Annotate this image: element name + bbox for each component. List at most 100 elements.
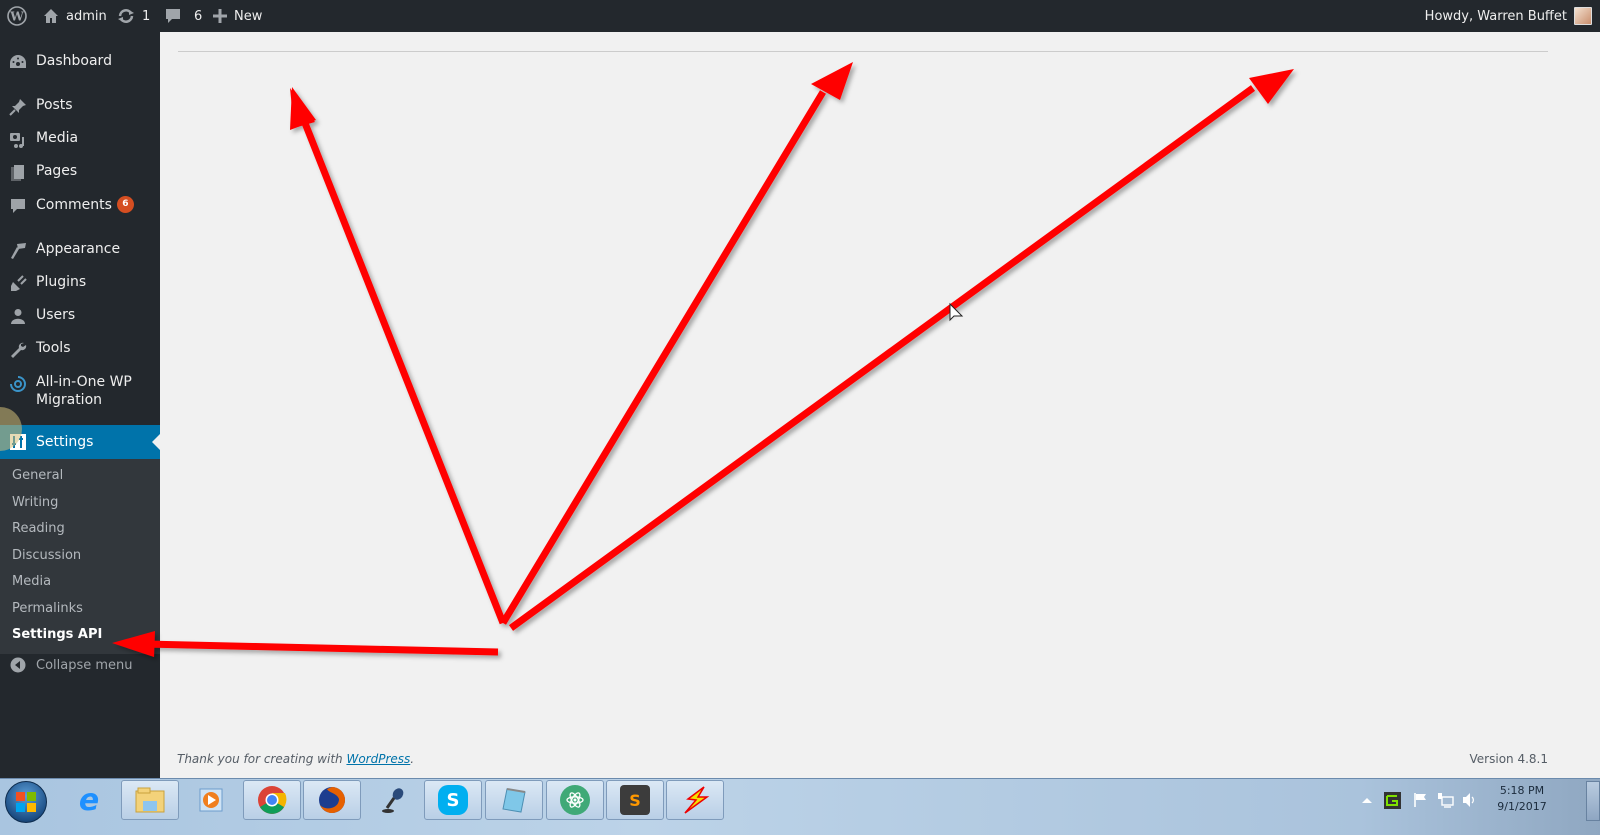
footer-thanks: Thank you for creating with WordPress. xyxy=(177,752,415,766)
flag-icon xyxy=(1414,793,1426,807)
migration-icon xyxy=(0,373,36,393)
comment-icon xyxy=(165,8,181,24)
taskbar-lightning-app[interactable] xyxy=(666,780,724,820)
system-clock[interactable]: 5:18 PM 9/1/2017 xyxy=(1492,783,1552,815)
taskbar-internet-explorer[interactable]: e xyxy=(60,780,118,820)
sidebar-item-all-in-one-wp-migration[interactable]: All-in-One WP Migration xyxy=(0,373,160,409)
taskbar-atom[interactable] xyxy=(546,780,604,820)
sidebar-item-label: All-in-One WP Migration xyxy=(36,374,132,408)
lightning-icon xyxy=(684,786,710,814)
tray-app-icon[interactable] xyxy=(1384,779,1401,821)
network-icon xyxy=(1438,793,1454,808)
sidebar-item-dashboard[interactable]: Dashboard xyxy=(0,52,160,70)
wordpress-logo-button[interactable]: W xyxy=(7,0,27,32)
network-button[interactable] xyxy=(1437,779,1454,821)
submenu-settings-api[interactable]: Settings API xyxy=(12,627,102,642)
sidebar-item-label: Comments xyxy=(36,197,112,213)
comment-icon xyxy=(0,196,36,214)
show-desktop-button[interactable] xyxy=(1586,781,1600,821)
pages-icon xyxy=(0,162,36,182)
taskbar-skype[interactable]: S xyxy=(424,780,482,820)
new-label: New xyxy=(234,8,263,24)
footer-version: Version 4.8.1 xyxy=(1469,752,1548,766)
collapse-menu-label: Collapse menu xyxy=(36,657,133,673)
taskbar-notepad[interactable] xyxy=(485,780,543,820)
submenu-media[interactable]: Media xyxy=(12,574,51,589)
page-divider xyxy=(178,51,1548,52)
submenu-general[interactable]: General xyxy=(12,468,63,483)
sidebar-item-media[interactable]: Media xyxy=(0,129,160,149)
submenu-reading[interactable]: Reading xyxy=(12,521,65,536)
comments-count: 6 xyxy=(194,8,203,24)
taskbar-microphone-app[interactable] xyxy=(364,780,422,820)
svg-text:W: W xyxy=(9,10,24,24)
action-center-button[interactable] xyxy=(1413,779,1429,821)
taskbar-sublime-text[interactable]: S xyxy=(606,780,664,820)
updates-icon xyxy=(117,8,135,24)
avatar xyxy=(1574,7,1592,25)
sidebar-item-plugins[interactable]: Plugins xyxy=(0,273,160,293)
start-button[interactable] xyxy=(5,781,47,823)
my-account-link[interactable]: Howdy, Warren Buffet xyxy=(1425,0,1592,32)
sidebar-item-comments[interactable]: Comments 6 xyxy=(0,195,160,214)
dashboard-icon xyxy=(0,52,36,70)
taskbar-media-player[interactable] xyxy=(182,780,240,820)
sidebar-item-label: Settings xyxy=(36,434,94,450)
plugin-icon xyxy=(0,273,36,293)
volume-button[interactable] xyxy=(1462,779,1476,821)
comments-badge: 6 xyxy=(116,195,134,213)
comments-link[interactable]: 6 xyxy=(165,0,202,32)
submenu-discussion[interactable]: Discussion xyxy=(12,548,81,563)
new-content-link[interactable]: New xyxy=(213,0,262,32)
sidebar-item-posts[interactable]: Posts xyxy=(0,96,160,116)
collapse-menu-button[interactable]: Collapse menu xyxy=(0,657,160,673)
chevron-up-icon xyxy=(1362,798,1372,803)
collapse-icon xyxy=(0,657,36,673)
admin-bar: W admin 1 6 New Howdy, Warren Buffet xyxy=(0,0,1600,32)
taskbar-google-chrome[interactable] xyxy=(243,780,301,820)
sidebar-item-label: Plugins xyxy=(36,274,87,290)
sidebar-item-label: Tools xyxy=(36,340,71,356)
submenu-permalinks[interactable]: Permalinks xyxy=(12,601,83,616)
sidebar-item-appearance[interactable]: Appearance xyxy=(0,240,160,260)
media-icon xyxy=(0,129,36,149)
plus-icon xyxy=(213,9,227,23)
page-scrollbar[interactable] xyxy=(1568,32,1600,778)
sublime-text-icon: S xyxy=(620,785,650,815)
submenu-writing[interactable]: Writing xyxy=(12,495,58,510)
howdy-greeting: Howdy, Warren Buffet xyxy=(1424,8,1567,24)
atom-icon xyxy=(560,785,590,815)
sidebar-item-label: Posts xyxy=(36,97,73,113)
windows-taskbar: e S S 5:18 PM 9/1/2017 xyxy=(0,778,1600,835)
microphone-icon xyxy=(382,788,404,813)
sidebar-item-pages[interactable]: Pages xyxy=(0,162,160,182)
home-icon xyxy=(43,8,59,24)
site-name-link[interactable]: admin xyxy=(43,0,107,32)
settings-submenu: General Writing Reading Discussion Media… xyxy=(0,459,160,654)
sidebar-item-users[interactable]: Users xyxy=(0,306,160,324)
folder-icon xyxy=(135,787,165,813)
taskbar-windows-explorer[interactable] xyxy=(121,780,179,820)
sidebar-item-label: Media xyxy=(36,130,79,146)
green-tray-icon xyxy=(1384,791,1401,809)
sidebar-item-label: Appearance xyxy=(36,241,121,257)
chrome-icon xyxy=(258,786,287,814)
show-hidden-icons-button[interactable] xyxy=(1362,779,1372,821)
sidebar-item-label: Users xyxy=(36,307,76,323)
taskbar-firefox[interactable] xyxy=(303,780,361,820)
windows-logo-icon xyxy=(16,792,36,812)
media-player-icon xyxy=(199,788,223,812)
internet-explorer-icon: e xyxy=(78,782,100,818)
pin-icon xyxy=(0,96,36,116)
sidebar-item-label: Pages xyxy=(36,163,78,179)
admin-menu: Dashboard Posts Media Pages Comments 6 Ap… xyxy=(0,32,160,794)
wordpress-logo-icon: W xyxy=(7,6,27,26)
clock-time: 5:18 PM xyxy=(1499,784,1545,797)
sidebar-item-tools[interactable]: Tools xyxy=(0,339,160,359)
updates-link[interactable]: 1 xyxy=(117,0,150,32)
sidebar-item-settings[interactable]: Settings xyxy=(0,425,160,459)
speaker-icon xyxy=(1463,793,1474,807)
wrench-icon xyxy=(0,339,36,359)
main-content: Thank you for creating with WordPress. V… xyxy=(160,32,1568,778)
wordpress-link[interactable]: WordPress xyxy=(346,752,410,766)
